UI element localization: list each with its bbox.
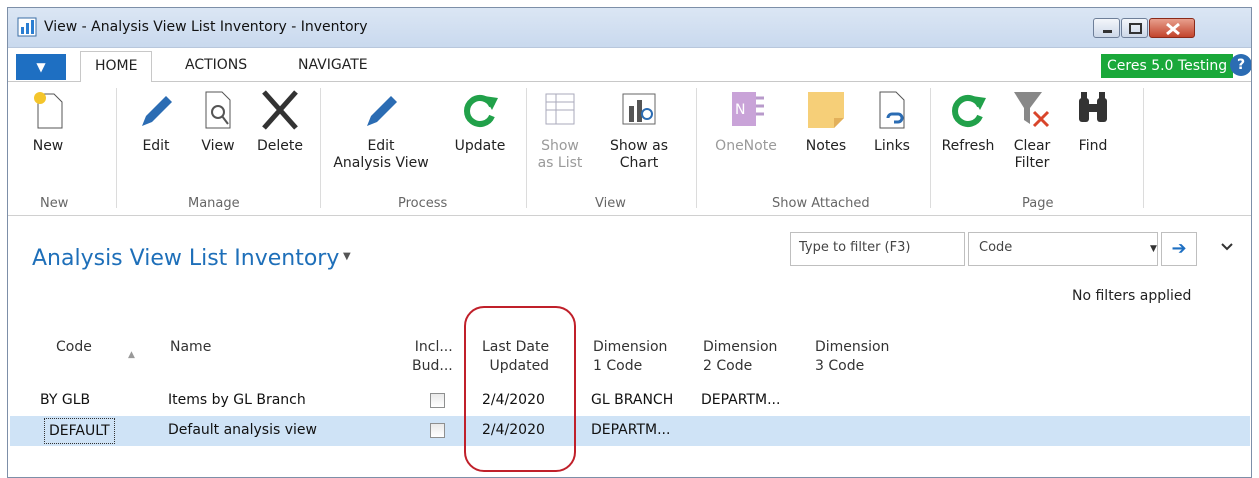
filter-status: No filters applied bbox=[1072, 288, 1192, 304]
cell-name[interactable]: Default analysis view bbox=[168, 422, 317, 438]
include-budget-checkbox[interactable] bbox=[430, 393, 445, 408]
update-button[interactable]: Update bbox=[448, 88, 512, 155]
column-header-dimension-3-code[interactable]: Dimension 3 Code bbox=[815, 338, 889, 376]
sticky-note-icon bbox=[808, 92, 844, 128]
group-label-new: New bbox=[40, 196, 69, 211]
group-label-process: Process bbox=[398, 196, 448, 211]
link-document-icon bbox=[879, 91, 905, 129]
ribbon: New Edit View Delete Edit Analysis View … bbox=[8, 82, 1251, 216]
table-row[interactable]: BY GLB Items by GL Branch 2/4/2020 GL BR… bbox=[10, 386, 1250, 416]
cell-name[interactable]: Items by GL Branch bbox=[168, 392, 306, 408]
cell-dimension-1-code[interactable]: GL BRANCH bbox=[591, 392, 673, 408]
notes-button[interactable]: Notes bbox=[794, 88, 858, 155]
view-button[interactable]: View bbox=[186, 88, 250, 155]
window-title: View - Analysis View List Inventory - In… bbox=[44, 19, 368, 35]
chevron-down-icon[interactable]: ▼ bbox=[1150, 244, 1157, 254]
pencil-icon bbox=[367, 96, 397, 126]
delete-x-icon bbox=[262, 90, 298, 130]
column-header-name[interactable]: Name bbox=[170, 338, 211, 357]
tab-actions[interactable]: ACTIONS bbox=[185, 57, 247, 73]
tab-navigate[interactable]: NAVIGATE bbox=[298, 57, 368, 73]
ribbon-separator bbox=[696, 88, 697, 208]
column-header-code[interactable]: Code bbox=[56, 338, 92, 357]
ribbon-separator bbox=[526, 88, 527, 208]
binoculars-icon bbox=[1079, 92, 1107, 122]
group-label-page: Page bbox=[1022, 196, 1054, 211]
help-icon[interactable]: ? bbox=[1230, 54, 1251, 76]
sort-ascending-icon: ▲ bbox=[128, 350, 135, 360]
onenote-icon: N bbox=[732, 92, 764, 126]
column-header-dimension-1-code[interactable]: Dimension 1 Code bbox=[593, 338, 667, 376]
column-header-dimension-2-code[interactable]: Dimension 2 Code bbox=[703, 338, 777, 376]
chart-view-icon bbox=[622, 93, 656, 125]
pencil-icon bbox=[142, 96, 172, 126]
clear-filter-icon bbox=[1014, 92, 1050, 128]
svg-text:N: N bbox=[735, 102, 745, 118]
find-button[interactable]: Find bbox=[1061, 88, 1125, 155]
clear-filter-button[interactable]: Clear Filter bbox=[1000, 88, 1064, 172]
cell-dimension-1-code[interactable]: DEPARTM... bbox=[591, 422, 670, 438]
page-title[interactable]: Analysis View List Inventory bbox=[32, 246, 339, 271]
app-menu-button[interactable]: ▼ bbox=[16, 54, 66, 80]
app-logo-icon bbox=[17, 17, 37, 37]
collapse-chevron-icon[interactable] bbox=[1220, 242, 1234, 252]
minimize-icon bbox=[1103, 30, 1112, 33]
include-budget-checkbox[interactable] bbox=[430, 423, 445, 438]
column-header-include-budget[interactable]: Incl... Bud... bbox=[412, 338, 453, 376]
close-icon bbox=[1166, 22, 1180, 36]
cell-code[interactable]: BY GLB bbox=[40, 392, 90, 408]
filter-field-select[interactable]: Code bbox=[968, 232, 1158, 266]
company-badge[interactable]: Ceres 5.0 Testing bbox=[1101, 54, 1234, 78]
apply-filter-button[interactable]: ➔ bbox=[1161, 232, 1197, 266]
ribbon-separator bbox=[930, 88, 931, 208]
view-document-icon bbox=[205, 91, 231, 129]
group-label-view: View bbox=[595, 196, 626, 211]
cell-dimension-2-code[interactable]: DEPARTM... bbox=[701, 392, 780, 408]
maximize-icon bbox=[1129, 23, 1142, 34]
refresh-button[interactable]: Refresh bbox=[936, 88, 1000, 155]
minimize-button[interactable] bbox=[1093, 18, 1120, 38]
ribbon-separator bbox=[320, 88, 321, 208]
list-view-icon bbox=[545, 93, 575, 125]
tab-home[interactable]: HOME bbox=[80, 51, 153, 83]
close-button[interactable] bbox=[1149, 18, 1195, 38]
new-document-icon bbox=[34, 92, 63, 129]
links-button[interactable]: Links bbox=[860, 88, 924, 155]
title-bar: View - Analysis View List Inventory - In… bbox=[8, 8, 1251, 48]
refresh-icon bbox=[464, 95, 498, 127]
group-label-manage: Manage bbox=[188, 196, 240, 211]
cell-code[interactable]: DEFAULT bbox=[44, 418, 115, 444]
delete-button[interactable]: Delete bbox=[248, 88, 312, 155]
chevron-down-icon[interactable]: ▼ bbox=[343, 251, 351, 262]
table-row-selected[interactable]: DEFAULT Default analysis view 2/4/2020 D… bbox=[10, 416, 1250, 446]
new-button[interactable]: New bbox=[16, 88, 80, 155]
ribbon-separator bbox=[1143, 88, 1144, 208]
edit-analysis-view-button[interactable]: Edit Analysis View bbox=[333, 88, 429, 172]
filter-input[interactable]: Type to filter (F3) bbox=[790, 232, 965, 266]
edit-button[interactable]: Edit bbox=[124, 88, 188, 155]
app-window: View - Analysis View List Inventory - In… bbox=[7, 7, 1252, 478]
ribbon-tab-bar: ▼ HOME ACTIONS NAVIGATE Ceres 5.0 Testin… bbox=[8, 48, 1251, 83]
maximize-button[interactable] bbox=[1121, 18, 1148, 38]
group-label-show-attached: Show Attached bbox=[772, 196, 870, 211]
refresh-icon bbox=[952, 95, 986, 127]
highlight-annotation-ring bbox=[464, 306, 576, 472]
ribbon-separator bbox=[116, 88, 117, 208]
onenote-button[interactable]: N OneNote bbox=[706, 88, 786, 155]
show-as-list-button[interactable]: Show as List bbox=[534, 88, 586, 172]
show-as-chart-button[interactable]: Show as Chart bbox=[603, 88, 675, 172]
